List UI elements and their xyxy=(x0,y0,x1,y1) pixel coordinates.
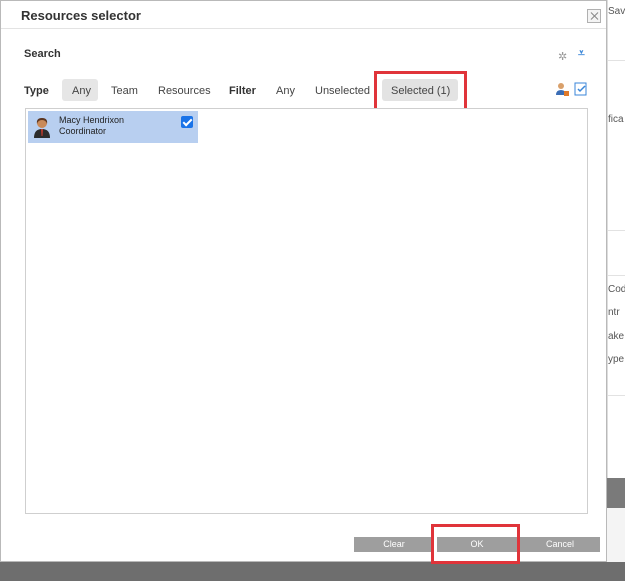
background-strip xyxy=(607,0,625,500)
user-add-icon[interactable] xyxy=(555,82,569,96)
background-bar xyxy=(607,478,625,508)
selected-filter-highlight xyxy=(374,71,467,111)
background-text-3: Cod xyxy=(608,284,625,295)
search-label: Search xyxy=(24,48,61,60)
background-divider xyxy=(608,395,625,396)
resource-item[interactable]: Macy Hendrixon Coordinator xyxy=(28,111,198,143)
dialog-title: Resources selector xyxy=(21,8,141,23)
type-label: Type xyxy=(24,85,49,97)
background-divider xyxy=(608,60,625,61)
background-text-1: Savi xyxy=(608,6,625,17)
close-icon[interactable] xyxy=(587,9,601,23)
filter-option-unselected[interactable]: Unselected xyxy=(315,84,370,98)
background-text-5: ake xyxy=(608,331,625,342)
checkbox-icon[interactable] xyxy=(181,116,193,128)
resource-role: Coordinator xyxy=(59,126,107,136)
expand-icon[interactable]: ⩡ xyxy=(578,47,585,59)
background-divider xyxy=(608,275,625,276)
resource-name: Macy Hendrixon xyxy=(59,115,125,125)
type-option-any[interactable]: Any xyxy=(72,84,91,98)
type-option-resources[interactable]: Resources xyxy=(158,84,211,98)
background-text-6: ype xyxy=(608,354,625,365)
clear-button[interactable]: Clear xyxy=(354,537,434,552)
background-text-4: ntr xyxy=(608,307,620,318)
ok-button-highlight xyxy=(431,524,520,564)
avatar-icon xyxy=(34,118,50,138)
cancel-button[interactable]: Cancel xyxy=(520,537,600,552)
background-divider xyxy=(608,230,625,231)
background-text-2: fica xyxy=(608,114,624,125)
refresh-icon[interactable]: ✲ xyxy=(558,51,567,63)
title-divider xyxy=(1,28,606,29)
type-option-team[interactable]: Team xyxy=(111,84,138,98)
resources-selector-dialog: Resources selector Search ✲ ⩡ Type Any T… xyxy=(0,0,607,562)
filter-label: Filter xyxy=(229,85,256,97)
filter-option-any[interactable]: Any xyxy=(276,84,295,98)
resource-list xyxy=(25,108,588,514)
background-footer xyxy=(0,562,625,581)
check-doc-icon[interactable] xyxy=(574,82,588,96)
